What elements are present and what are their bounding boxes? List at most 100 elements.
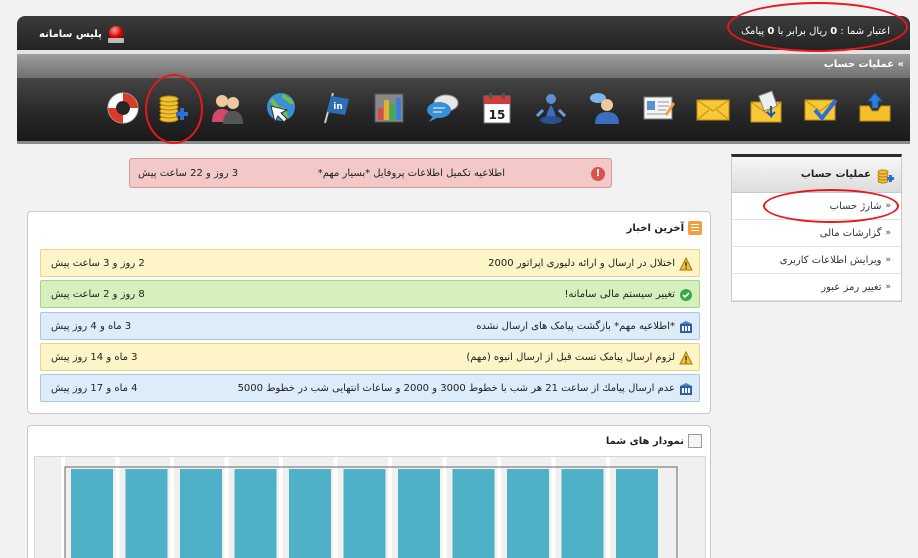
profile-alert[interactable]: ! اطلاعیه تکمیل اطلاعات پروفایل *بسیار م… bbox=[129, 158, 612, 188]
sidebar-item-edit-profile[interactable]: « ویرایش اطلاعات کاربری bbox=[732, 247, 901, 274]
chevron-left-icon: « bbox=[885, 201, 891, 211]
users-icon[interactable] bbox=[209, 90, 245, 126]
credit-middle-text: ریال برابر با bbox=[777, 26, 828, 37]
chart-bar bbox=[452, 469, 495, 558]
news-item[interactable]: *اطلاعیه مهم* بازگشت پیامک های ارسال نشد… bbox=[40, 312, 700, 340]
news-item[interactable]: لزوم ارسال پیامک تست قبل از ارسال انبوه … bbox=[40, 343, 700, 371]
news-item-time: 2 روز و 3 ساعت پیش bbox=[51, 258, 145, 269]
news-item-time: 3 ماه و 4 روز پیش bbox=[51, 321, 132, 332]
credit-status: اعتبار شما : 0 ریال برابر با 0 پیامک bbox=[741, 26, 890, 37]
building-icon bbox=[680, 321, 692, 333]
alert-text: اطلاعیه تکمیل اطلاعات پروفایل *بسیار مهم… bbox=[317, 168, 505, 179]
news-item-text: اختلال در ارسال و ارائه دلیوری اپراتور 2… bbox=[488, 258, 675, 269]
warning-icon bbox=[679, 351, 693, 365]
news-title-text: آخرین اخبار bbox=[626, 222, 684, 234]
credit-sms-label: پیامک bbox=[741, 26, 765, 37]
news-item[interactable]: اختلال در ارسال و ارائه دلیوری اپراتور 2… bbox=[40, 249, 700, 277]
chart-bar bbox=[234, 469, 277, 558]
sidebar-title: عملیات حساب bbox=[800, 169, 871, 180]
chart-gap bbox=[497, 457, 501, 558]
alert-icon: ! bbox=[591, 167, 605, 181]
brand-name: پلیس سامانه bbox=[39, 28, 102, 40]
chat-bubbles-icon[interactable] bbox=[425, 90, 461, 126]
news-item-text: *اطلاعیه مهم* بازگشت پیامک های ارسال نشد… bbox=[476, 321, 675, 332]
chart-bar bbox=[561, 469, 604, 558]
sidebar-item-charge-account[interactable]: « شارژ حساب bbox=[732, 193, 901, 220]
credit-sms-count: 0 bbox=[767, 26, 775, 37]
credit-label: اعتبار شما : bbox=[840, 26, 890, 37]
brand[interactable]: پلیس سامانه bbox=[39, 22, 124, 46]
sidebar-item-change-password[interactable]: « تغییر رمز عبور bbox=[732, 274, 901, 301]
chart-bar bbox=[616, 469, 658, 558]
chart-bar bbox=[398, 469, 440, 558]
building-icon bbox=[680, 383, 692, 395]
bar-chart-icon[interactable] bbox=[371, 90, 407, 126]
coins-add-icon bbox=[877, 169, 894, 183]
chart-gap bbox=[279, 457, 283, 558]
chart-panel: نمودار های شما bbox=[27, 425, 711, 558]
top-bar: اعتبار شما : 0 ریال برابر با 0 پیامک پلی… bbox=[17, 16, 910, 50]
chart-bars bbox=[61, 457, 678, 558]
chart-bar bbox=[289, 469, 331, 558]
chart-gap bbox=[442, 457, 447, 558]
sidebar-item-label: تغییر رمز عبور bbox=[821, 281, 882, 293]
chart-gap bbox=[333, 457, 338, 558]
envelope-check-icon[interactable] bbox=[803, 90, 839, 126]
siren-icon bbox=[107, 24, 124, 44]
inbox-upload-icon[interactable] bbox=[857, 90, 893, 126]
chart-bar bbox=[180, 469, 222, 558]
title-bar: » عملیات حساب bbox=[17, 54, 910, 78]
chart-bar bbox=[507, 469, 549, 558]
chevron-left-icon: « bbox=[885, 282, 891, 292]
lifebuoy-icon[interactable] bbox=[105, 90, 141, 126]
check-circle-icon bbox=[680, 289, 692, 301]
globe-cursor-icon[interactable] bbox=[263, 90, 299, 126]
news-title: آخرین اخبار bbox=[627, 221, 702, 235]
sidebar-header: عملیات حساب bbox=[732, 157, 901, 193]
warning-icon bbox=[679, 257, 693, 271]
chart-gap bbox=[606, 457, 610, 558]
envelope-icon[interactable] bbox=[695, 90, 731, 126]
chart-gap bbox=[388, 457, 392, 558]
chess-pawn-icon[interactable] bbox=[533, 90, 569, 126]
credit-amount: 0 bbox=[830, 26, 838, 37]
chart-bar bbox=[343, 469, 386, 558]
chart-gap bbox=[170, 457, 174, 558]
news-icon bbox=[688, 221, 702, 235]
id-card-icon[interactable] bbox=[641, 90, 677, 126]
sidebar-item-financial-reports[interactable]: « گزارشات مالی bbox=[732, 220, 901, 247]
sidebar-item-label: شارژ حساب bbox=[829, 200, 882, 212]
news-panel: آخرین اخبار اختلال در ارسال و ارائه دلیو… bbox=[27, 211, 711, 414]
chevron-left-icon: « bbox=[885, 255, 891, 265]
chart-bar bbox=[125, 469, 168, 558]
chart-plot bbox=[34, 456, 706, 558]
news-item[interactable]: عدم ارسال پیامك از ساعت 21 هر شب با خطوط… bbox=[40, 374, 700, 402]
sidebar: عملیات حساب « شارژ حساب « گزارشات مالی «… bbox=[731, 154, 902, 302]
user-chat-icon[interactable] bbox=[587, 90, 623, 126]
chart-gap bbox=[115, 457, 120, 558]
news-item-text: عدم ارسال پیامك از ساعت 21 هر شب با خطوط… bbox=[237, 383, 675, 394]
linkedin-flag-icon[interactable]: in bbox=[317, 90, 353, 126]
news-item[interactable]: تغییر سیستم مالی سامانه! 8 روز و 2 ساعت … bbox=[40, 280, 700, 308]
news-item-text: لزوم ارسال پیامک تست قبل از ارسال انبوه … bbox=[466, 352, 675, 363]
chart-title: نمودار های شما bbox=[606, 434, 702, 448]
page-title: » عملیات حساب bbox=[823, 59, 904, 70]
news-item-text: تغییر سیستم مالی سامانه! bbox=[564, 289, 675, 300]
icon-toolbar: 15 in bbox=[17, 78, 910, 144]
calendar-day: 15 bbox=[489, 108, 506, 122]
chart-title-text: نمودار های شما bbox=[605, 435, 684, 447]
chart-edit-icon bbox=[688, 434, 702, 448]
news-item-time: 8 روز و 2 ساعت پیش bbox=[51, 289, 145, 300]
envelope-download-icon[interactable] bbox=[749, 90, 785, 126]
chart-gap bbox=[224, 457, 229, 558]
coins-add-icon[interactable] bbox=[155, 90, 191, 126]
alert-time: 3 روز و 22 ساعت پیش bbox=[138, 168, 239, 179]
chevron-left-icon: « bbox=[885, 228, 891, 238]
chart-gap bbox=[551, 457, 556, 558]
chart-gap bbox=[61, 457, 65, 558]
sidebar-item-label: گزارشات مالی bbox=[819, 227, 882, 239]
sidebar-item-label: ویرایش اطلاعات کاربری bbox=[779, 254, 882, 266]
news-item-time: 4 ماه و 17 روز پیش bbox=[51, 383, 138, 394]
chart-bar bbox=[71, 469, 113, 558]
calendar-icon[interactable]: 15 bbox=[479, 90, 515, 126]
